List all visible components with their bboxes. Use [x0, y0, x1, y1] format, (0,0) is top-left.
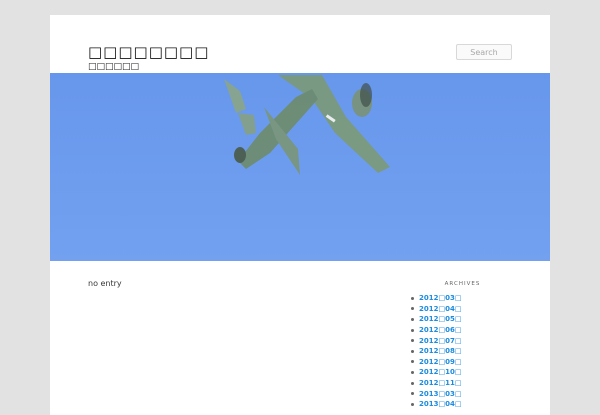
page-container: □□□□□□□□ □□□□□□ Search no entry ARCHIVES… — [50, 15, 550, 415]
bullet-icon — [411, 296, 414, 300]
content-text: no entry — [88, 279, 122, 288]
archive-link[interactable]: 2013□03□ — [419, 390, 461, 398]
list-item: 2012□08□ — [410, 346, 510, 357]
list-item: 2012□04□ — [410, 304, 510, 315]
bullet-icon — [411, 339, 414, 343]
bullet-icon — [411, 370, 414, 374]
archive-link[interactable]: 2012□07□ — [419, 337, 461, 345]
archive-link[interactable]: 2012□03□ — [419, 294, 461, 302]
list-item: 2012□05□ — [410, 314, 510, 325]
archive-list: 2012□03□ 2012□04□ 2012□05□ 2012□06□ 2012… — [410, 293, 510, 410]
list-item: 2012□03□ — [410, 293, 510, 304]
bullet-icon — [411, 328, 414, 332]
archive-link[interactable]: 2012□11□ — [419, 379, 461, 387]
list-item: 2012□07□ — [410, 335, 510, 346]
archive-link[interactable]: 2012□09□ — [419, 358, 461, 366]
site-title[interactable]: □□□□□□□□ — [88, 43, 209, 61]
list-item: 2013□03□ — [410, 388, 510, 399]
list-item: 2012□10□ — [410, 367, 510, 378]
archives-widget: ARCHIVES 2012□03□ 2012□04□ 2012□05□ 2012… — [410, 281, 510, 410]
bullet-icon — [411, 317, 414, 321]
bullet-icon — [411, 360, 414, 364]
list-item: 2012□09□ — [410, 357, 510, 368]
bullet-icon — [411, 381, 414, 385]
site-description: □□□□□□ — [88, 62, 140, 72]
bullet-icon — [411, 392, 414, 396]
list-item: 2012□11□ — [410, 378, 510, 389]
widget-title: ARCHIVES — [444, 281, 481, 287]
list-item: 2013□04□ — [410, 399, 510, 410]
bullet-icon — [411, 307, 414, 311]
header-image — [50, 73, 550, 261]
search-input[interactable] — [456, 44, 512, 60]
bullet-icon — [411, 349, 414, 353]
archive-link[interactable]: 2012□10□ — [419, 368, 461, 376]
bullet-icon — [411, 402, 414, 406]
archive-link[interactable]: 2013□04□ — [419, 400, 461, 408]
archive-link[interactable]: 2012□08□ — [419, 347, 461, 355]
archive-link[interactable]: 2012□06□ — [419, 326, 461, 334]
list-item: 2012□06□ — [410, 325, 510, 336]
archive-link[interactable]: 2012□04□ — [419, 305, 461, 313]
archive-link[interactable]: 2012□05□ — [419, 315, 461, 323]
